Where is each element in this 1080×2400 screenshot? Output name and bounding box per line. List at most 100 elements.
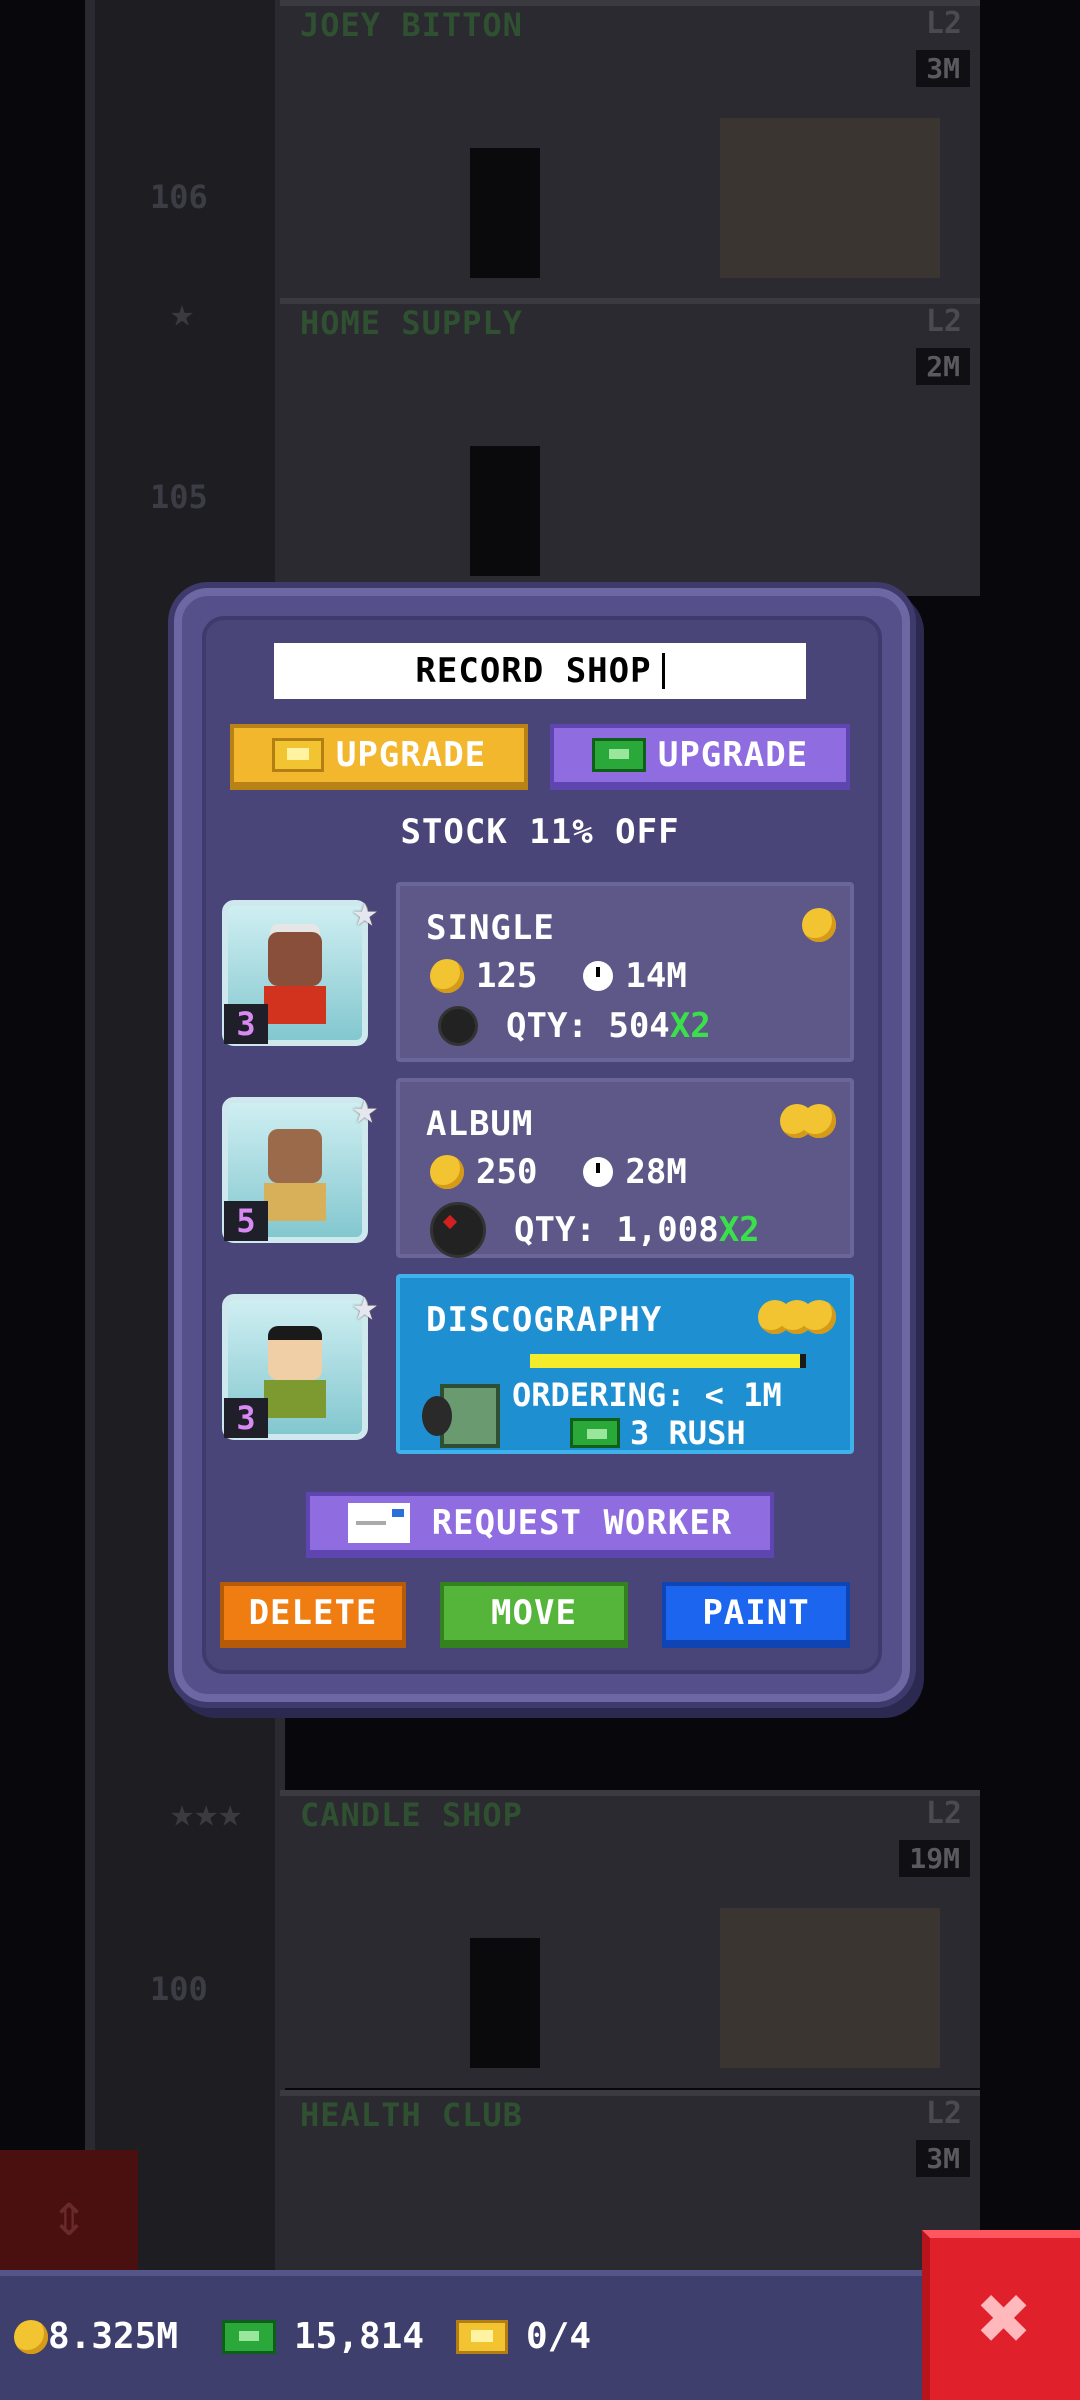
shop-name-field[interactable]: RECORD SHOP	[274, 643, 806, 699]
rush-button[interactable]: 3 RUSH	[570, 1414, 746, 1452]
stock-item-single[interactable]: SINGLE 125 14M QTY: 504 X2	[396, 882, 854, 1062]
bux-icon	[570, 1418, 620, 1448]
item-multiplier: X2	[669, 1006, 711, 1046]
star-icon: ★	[170, 290, 195, 336]
worker-face	[268, 1129, 322, 1183]
record-icon	[430, 1202, 486, 1258]
floor-door	[470, 446, 540, 576]
up-down-icon: ⇕	[50, 2180, 88, 2250]
floor-candle-shop[interactable]: CANDLE SHOP L2 19M	[280, 1790, 980, 2088]
clock-icon	[583, 961, 614, 991]
coin-icon	[430, 959, 464, 993]
worker-level: 3	[224, 1398, 268, 1438]
worker-body	[264, 986, 326, 1024]
upgrade-bux-button[interactable]: UPGRADE	[550, 724, 850, 790]
bux-counter: 15,814	[222, 2316, 424, 2357]
worker-body	[264, 1183, 326, 1221]
item-cost-row: 125 14M	[430, 956, 687, 996]
item-qty-row: QTY: 504 X2	[438, 1006, 711, 1046]
floor-badge: 3M	[916, 2140, 970, 2177]
worker-slot-3[interactable]: 3 ★	[222, 1280, 378, 1440]
upgrade-tickets-button[interactable]: UPGRADE	[230, 724, 528, 790]
item-name: SINGLE	[426, 908, 555, 948]
delete-button[interactable]: DELETE	[220, 1582, 406, 1648]
coins-value: 8.325M	[48, 2316, 179, 2357]
paint-button[interactable]: PAINT	[662, 1582, 850, 1648]
floor-shelf	[720, 118, 940, 278]
floor-number: 100	[150, 1970, 208, 2008]
shop-name-value: RECORD SHOP	[415, 651, 652, 691]
worker-face	[268, 932, 322, 986]
stock-discount-text: STOCK 11% OFF	[400, 812, 680, 852]
ticket-icon	[456, 2319, 508, 2354]
floor-health-club[interactable]: HEALTH CLUB L2 3M	[280, 2090, 980, 2270]
bux-value: 15,814	[294, 2316, 425, 2357]
worker-body	[264, 1380, 326, 1418]
floor-badge: 3M	[916, 50, 970, 87]
resource-bar: 8.325M 15,814 0/4	[0, 2270, 1080, 2400]
text-cursor	[661, 653, 665, 689]
star-icon: ★	[351, 886, 379, 937]
floor-level: L2	[925, 6, 962, 41]
item-name: ALBUM	[426, 1104, 534, 1144]
floor-door	[470, 148, 540, 278]
coins-counter: 8.325M	[14, 2316, 178, 2357]
worker-slot-1[interactable]: 3 ★	[222, 886, 378, 1046]
floor-badge: 2M	[916, 348, 970, 385]
floor-name: HOME SUPPLY	[300, 304, 523, 342]
shaft-rail	[85, 0, 95, 2280]
floor-door	[470, 1938, 540, 2068]
star-icon: ★	[351, 1083, 379, 1134]
worker-face	[268, 1326, 322, 1380]
item-time-value: 28M	[625, 1152, 687, 1192]
ticket-icon	[271, 738, 324, 772]
coin-icon	[430, 1155, 464, 1189]
floor-badge: 19M	[899, 1840, 970, 1877]
item-name: DISCOGRAPHY	[426, 1300, 663, 1340]
item-qty: QTY: 1,008	[514, 1210, 719, 1250]
rush-label: 3 RUSH	[630, 1414, 746, 1452]
envelope-icon	[347, 1503, 410, 1543]
close-button[interactable]: ✖	[922, 2230, 1080, 2400]
star-icon: ★★★	[170, 1790, 243, 1836]
floor-name: JOEY BITTON	[300, 6, 523, 44]
floor-name: HEALTH CLUB	[300, 2096, 523, 2134]
floor-level: L2	[925, 1796, 962, 1831]
record-icon	[438, 1006, 478, 1046]
floor-number: 105	[150, 478, 208, 516]
stock-box-icon	[422, 1384, 500, 1448]
stock-item-discography[interactable]: DISCOGRAPHY ORDERING: < 1M 3 RUSH	[396, 1274, 854, 1454]
bux-icon	[591, 738, 646, 772]
item-time-value: 14M	[625, 956, 687, 996]
floor-number: 106	[150, 178, 208, 216]
close-icon: ✖	[977, 2266, 1033, 2371]
request-worker-label: REQUEST WORKER	[431, 1503, 733, 1543]
floor-level: L2	[925, 304, 962, 339]
item-qty-row: QTY: 1,008 X2	[430, 1202, 760, 1258]
item-time: 14M	[583, 956, 687, 996]
floor-home-supply[interactable]: HOME SUPPLY L2 2M	[280, 298, 980, 596]
move-button[interactable]: MOVE	[440, 1582, 628, 1648]
item-cost: 250	[476, 1152, 538, 1192]
worker-level: 3	[224, 1004, 268, 1044]
tickets-value: 0/4	[526, 2316, 592, 2357]
coin-tier-icon	[780, 1104, 836, 1138]
bux-icon	[222, 2319, 276, 2354]
item-qty: QTY: 504	[506, 1006, 670, 1046]
item-cost-row: 250 28M	[430, 1152, 687, 1192]
item-time: 28M	[583, 1152, 687, 1192]
upgrade-label: UPGRADE	[335, 735, 487, 775]
floor-shelf	[720, 1908, 940, 2068]
upgrade-label: UPGRADE	[657, 735, 809, 775]
clock-icon	[583, 1157, 614, 1187]
coin-tier-icon	[758, 1300, 836, 1334]
ordering-status: ORDERING: < 1M	[512, 1376, 782, 1414]
ordering-progress-bar	[530, 1354, 806, 1368]
floor-joey-bitton[interactable]: JOEY BITTON L2 3M	[280, 0, 980, 298]
tickets-counter: 0/4	[456, 2316, 591, 2357]
worker-slot-2[interactable]: 5 ★	[222, 1083, 378, 1243]
request-worker-button[interactable]: REQUEST WORKER	[306, 1492, 774, 1558]
stock-item-album[interactable]: ALBUM 250 28M QTY: 1,008 X2	[396, 1078, 854, 1258]
floor-name: CANDLE SHOP	[300, 1796, 523, 1834]
elevator-toggle-button[interactable]: ⇕	[0, 2150, 138, 2280]
